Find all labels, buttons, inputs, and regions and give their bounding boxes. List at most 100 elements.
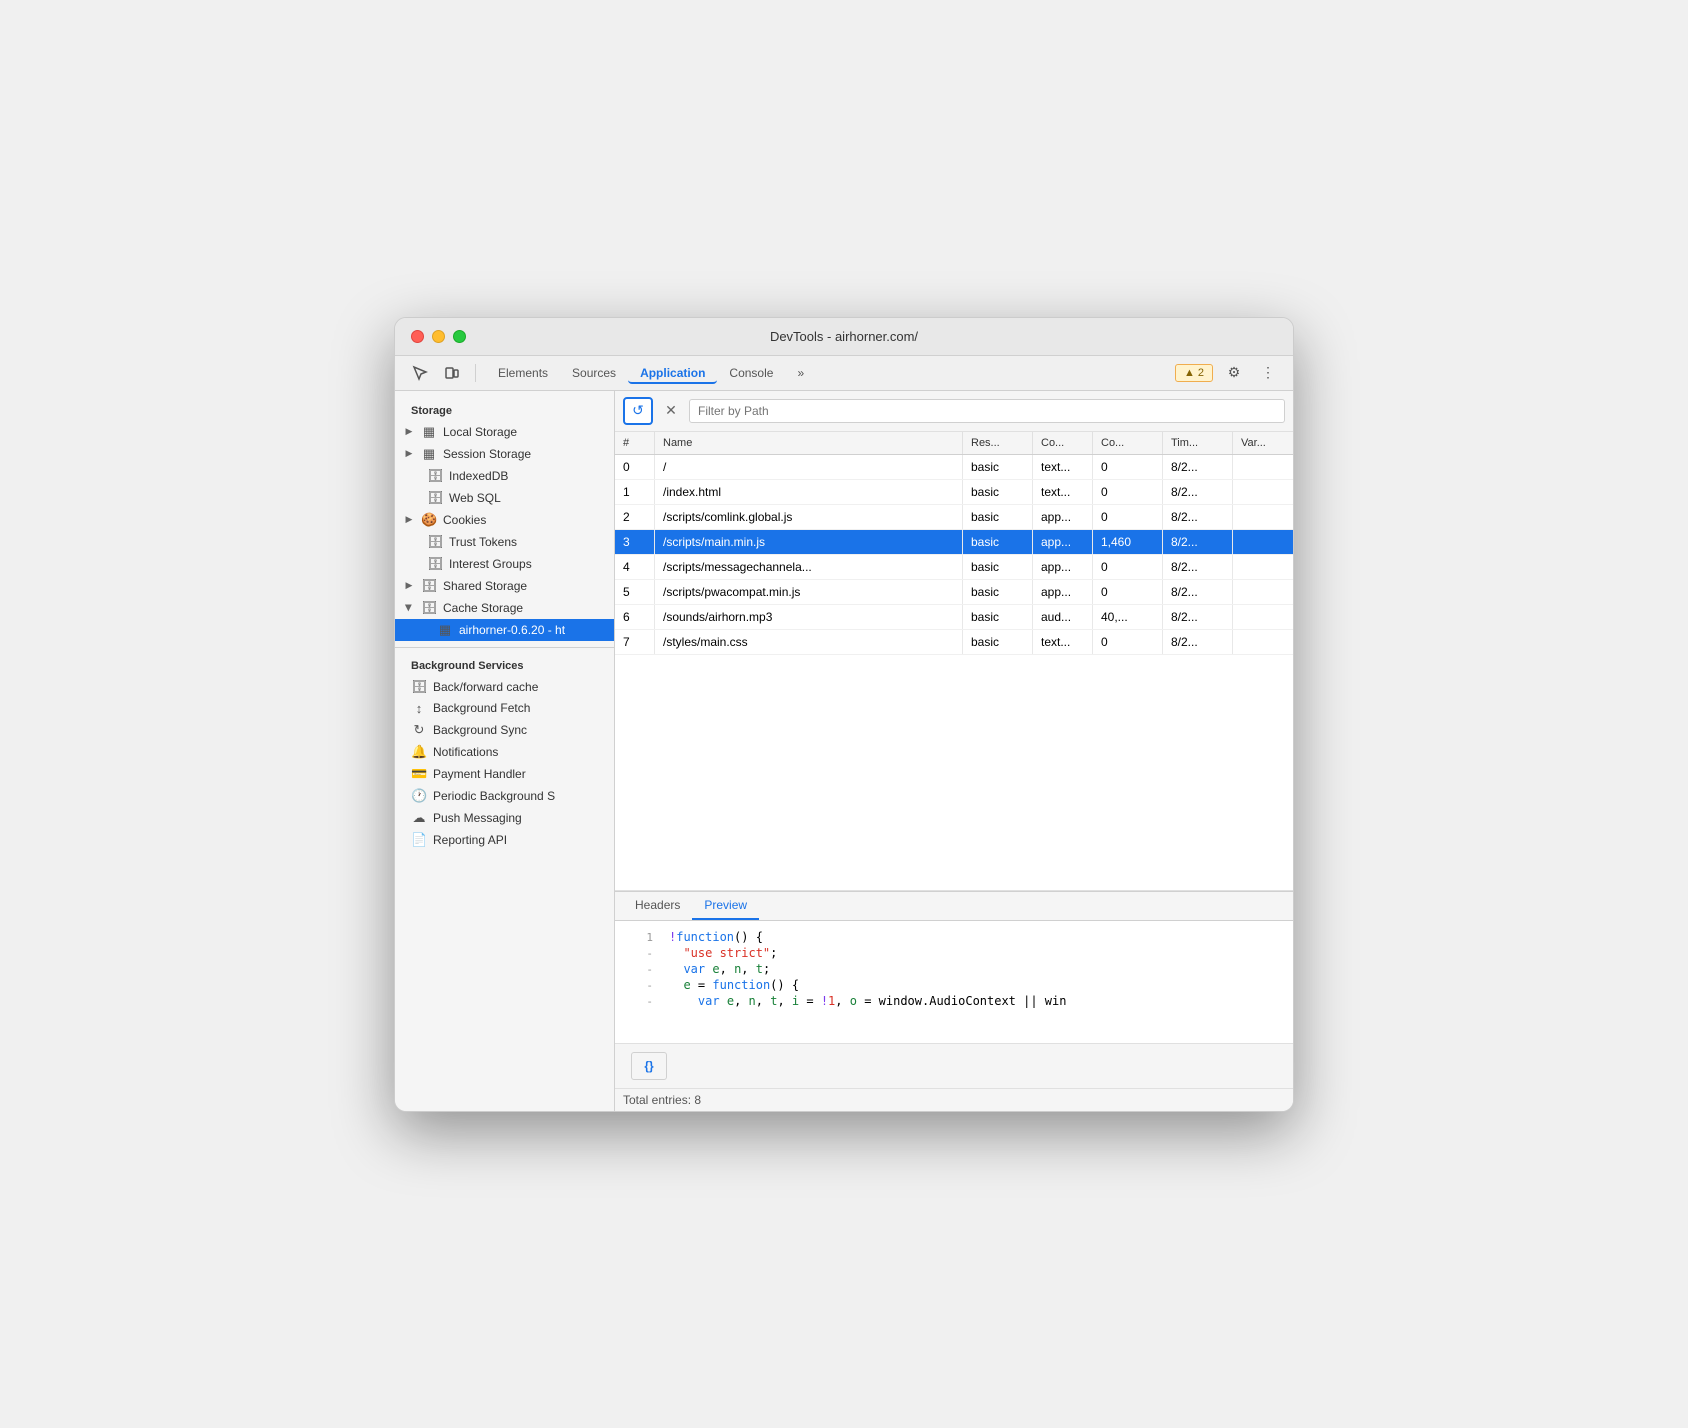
- table-row[interactable]: 4 /scripts/messagechannela... basic app.…: [615, 555, 1293, 580]
- titlebar: DevTools - airhorner.com/: [395, 318, 1293, 356]
- line-num-5: -: [623, 995, 653, 1008]
- tab-application[interactable]: Application: [628, 362, 717, 384]
- periodic-bg-label: Periodic Background S: [433, 789, 555, 803]
- sidebar-item-session-storage[interactable]: ▶ ▦ Session Storage: [395, 443, 614, 465]
- tab-sources[interactable]: Sources: [560, 362, 628, 384]
- table-body: 0 / basic text... 0 8/2... 1 /index.html…: [615, 455, 1293, 890]
- inspect-icon[interactable]: [407, 362, 433, 384]
- tab-more[interactable]: »: [785, 362, 816, 384]
- td-num: 6: [615, 605, 655, 629]
- right-panel: ↺ ✕ # Name Res... Co... Co... Tim... Var…: [615, 391, 1293, 1111]
- sidebar-item-local-storage[interactable]: ▶ ▦ Local Storage: [395, 421, 614, 443]
- table-row[interactable]: 6 /sounds/airhorn.mp3 basic aud... 40,..…: [615, 605, 1293, 630]
- td-name: /index.html: [655, 480, 963, 504]
- line-num-4: -: [623, 979, 653, 992]
- tab-console[interactable]: Console: [717, 362, 785, 384]
- td-name: /sounds/airhorn.mp3: [655, 605, 963, 629]
- device-icon[interactable]: [439, 362, 465, 384]
- sidebar-item-notifications[interactable]: 🔔 Notifications: [395, 741, 614, 763]
- shared-storage-icon: 🗄: [421, 578, 437, 594]
- td-time: 8/2...: [1163, 580, 1233, 604]
- bg-sync-icon: ↻: [411, 722, 427, 738]
- sidebar-item-back-forward[interactable]: 🗄 Back/forward cache: [395, 676, 614, 698]
- clear-button[interactable]: ✕: [659, 399, 683, 423]
- td-content-len: 0: [1093, 580, 1163, 604]
- code-content-5: var e, n, t, i = !1, o = window.AudioCon…: [669, 994, 1285, 1008]
- td-response: basic: [963, 455, 1033, 479]
- format-button[interactable]: {}: [631, 1052, 667, 1080]
- cache-child-label: airhorner-0.6.20 - ht: [459, 623, 565, 637]
- sidebar-item-cookies[interactable]: ▶ 🍪 Cookies: [395, 509, 614, 531]
- td-num: 7: [615, 630, 655, 654]
- cache-child-icon: ▦: [437, 622, 453, 638]
- code-area: 1 !function() { - "use strict"; - var e,…: [615, 921, 1293, 1043]
- tab-bar: Elements Sources Application Console »: [486, 362, 1169, 384]
- more-options-icon[interactable]: ⋮: [1255, 362, 1281, 384]
- tab-elements[interactable]: Elements: [486, 362, 560, 384]
- table-row[interactable]: 1 /index.html basic text... 0 8/2...: [615, 480, 1293, 505]
- table-row[interactable]: 0 / basic text... 0 8/2...: [615, 455, 1293, 480]
- sidebar-item-cache-storage[interactable]: ▶ 🗄 Cache Storage: [395, 597, 614, 619]
- td-time: 8/2...: [1163, 455, 1233, 479]
- warning-badge[interactable]: ▲ 2: [1175, 364, 1213, 382]
- td-content-len: 0: [1093, 480, 1163, 504]
- indexeddb-icon: 🗄: [427, 468, 443, 484]
- td-name: /scripts/pwacompat.min.js: [655, 580, 963, 604]
- table-row[interactable]: 5 /scripts/pwacompat.min.js basic app...…: [615, 580, 1293, 605]
- window-title: DevTools - airhorner.com/: [770, 329, 918, 344]
- table-row[interactable]: 3 /scripts/main.min.js basic app... 1,46…: [615, 530, 1293, 555]
- expand-arrow-local-storage: ▶: [403, 426, 415, 438]
- table-row[interactable]: 7 /styles/main.css basic text... 0 8/2..…: [615, 630, 1293, 655]
- total-entries: Total entries: 8: [623, 1093, 701, 1107]
- refresh-button[interactable]: ↺: [623, 397, 653, 425]
- td-content-type: text...: [1033, 455, 1093, 479]
- code-content-3: var e, n, t;: [669, 962, 1285, 976]
- minimize-button[interactable]: [432, 330, 445, 343]
- col-name: Name: [655, 432, 963, 454]
- td-content-type: app...: [1033, 555, 1093, 579]
- bottom-toolbar: {}: [615, 1043, 1293, 1088]
- sidebar-item-reporting-api[interactable]: 📄 Reporting API: [395, 829, 614, 851]
- td-response: basic: [963, 480, 1033, 504]
- td-num: 4: [615, 555, 655, 579]
- td-name: /scripts/messagechannela...: [655, 555, 963, 579]
- sidebar-item-trust-tokens[interactable]: 🗄 Trust Tokens: [395, 531, 614, 553]
- sidebar-item-indexeddb[interactable]: 🗄 IndexedDB: [395, 465, 614, 487]
- trust-tokens-label: Trust Tokens: [449, 535, 517, 549]
- table-row[interactable]: 2 /scripts/comlink.global.js basic app..…: [615, 505, 1293, 530]
- expand-arrow-session-storage: ▶: [403, 448, 415, 460]
- payment-handler-icon: 💳: [411, 766, 427, 782]
- maximize-button[interactable]: [453, 330, 466, 343]
- settings-icon[interactable]: ⚙: [1221, 362, 1247, 384]
- close-button[interactable]: [411, 330, 424, 343]
- td-time: 8/2...: [1163, 630, 1233, 654]
- sidebar-item-shared-storage[interactable]: ▶ 🗄 Shared Storage: [395, 575, 614, 597]
- sidebar-item-interest-groups[interactable]: 🗄 Interest Groups: [395, 553, 614, 575]
- sidebar-item-cache-child[interactable]: ▦ airhorner-0.6.20 - ht: [395, 619, 614, 641]
- sidebar-item-bg-sync[interactable]: ↻ Background Sync: [395, 719, 614, 741]
- sidebar-item-periodic-bg[interactable]: 🕐 Periodic Background S: [395, 785, 614, 807]
- tab-preview[interactable]: Preview: [692, 892, 759, 920]
- tab-headers[interactable]: Headers: [623, 892, 692, 920]
- sidebar-item-push-messaging[interactable]: ☁ Push Messaging: [395, 807, 614, 829]
- td-num: 1: [615, 480, 655, 504]
- trust-tokens-icon: 🗄: [427, 534, 443, 550]
- line-num-3: -: [623, 963, 653, 976]
- td-response: basic: [963, 555, 1033, 579]
- back-forward-label: Back/forward cache: [433, 680, 538, 694]
- line-num-2: -: [623, 947, 653, 960]
- sidebar-item-web-sql[interactable]: 🗄 Web SQL: [395, 487, 614, 509]
- interest-groups-icon: 🗄: [427, 556, 443, 572]
- td-vary: [1233, 480, 1293, 504]
- td-name: /scripts/main.min.js: [655, 530, 963, 554]
- sidebar-item-bg-fetch[interactable]: ↕ Background Fetch: [395, 698, 614, 719]
- code-line-2: - "use strict";: [615, 945, 1293, 961]
- td-name: /scripts/comlink.global.js: [655, 505, 963, 529]
- col-num: #: [615, 432, 655, 454]
- td-content-len: 40,...: [1093, 605, 1163, 629]
- td-vary: [1233, 555, 1293, 579]
- sidebar-item-payment-handler[interactable]: 💳 Payment Handler: [395, 763, 614, 785]
- filter-input[interactable]: [689, 399, 1285, 423]
- periodic-bg-icon: 🕐: [411, 788, 427, 804]
- bottom-tabs: Headers Preview: [615, 892, 1293, 921]
